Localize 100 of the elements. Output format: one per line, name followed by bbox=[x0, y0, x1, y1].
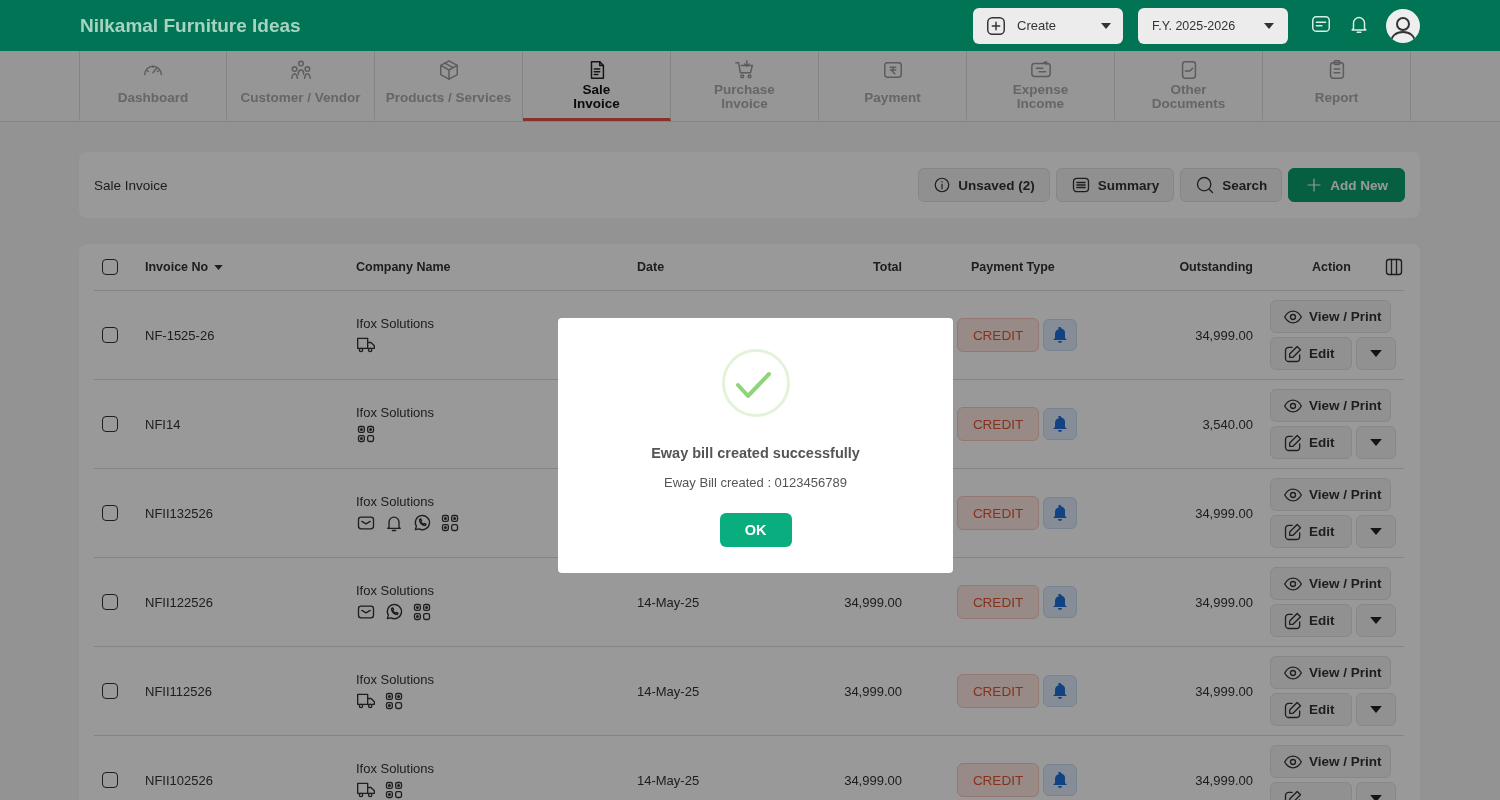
more-dropdown[interactable] bbox=[1356, 337, 1396, 370]
caret-icon bbox=[1370, 350, 1382, 357]
payment-type-tag: CREDIT bbox=[957, 585, 1039, 619]
nav-tab[interactable]: Sale Invoice bbox=[523, 51, 671, 121]
caret-icon bbox=[1370, 706, 1382, 713]
invoice-number: NF-1525-26 bbox=[145, 327, 215, 343]
columns-icon[interactable] bbox=[1384, 257, 1404, 277]
row-checkbox[interactable] bbox=[102, 683, 118, 699]
more-dropdown[interactable] bbox=[1356, 693, 1396, 726]
dialog-title: Eway bill created successfully bbox=[651, 445, 860, 461]
people-icon bbox=[289, 59, 312, 81]
edit-icon bbox=[1283, 699, 1303, 720]
list-button[interactable]: Summary bbox=[1055, 168, 1175, 202]
invoice-number: NFI14 bbox=[145, 416, 181, 432]
outstanding-amount: 3,540.00 bbox=[1202, 416, 1253, 432]
app-title: Nilkamal Furniture Ideas bbox=[80, 14, 302, 37]
search-button[interactable]: Search bbox=[1180, 168, 1283, 202]
outstanding-amount: 34,999.00 bbox=[1195, 327, 1253, 343]
view-print-button[interactable]: View / Print bbox=[1270, 745, 1391, 778]
edit-icon bbox=[1283, 521, 1303, 542]
edit-button[interactable]: Edit bbox=[1270, 604, 1352, 637]
column-header: Company Name bbox=[356, 260, 451, 274]
qr-code-icon[interactable] bbox=[384, 690, 404, 711]
box-icon bbox=[437, 59, 460, 81]
edit-button[interactable]: Edit bbox=[1270, 693, 1352, 726]
whatsapp-icon[interactable] bbox=[384, 601, 404, 622]
cart-icon bbox=[733, 59, 756, 81]
search-icon bbox=[1195, 175, 1216, 195]
column-header: Payment Type bbox=[971, 260, 1055, 274]
caret-icon bbox=[1370, 795, 1382, 800]
bell-icon bbox=[1053, 594, 1067, 610]
invoice-date: 14-May-25 bbox=[637, 772, 700, 788]
rupee-note-icon bbox=[881, 59, 904, 81]
more-dropdown[interactable] bbox=[1356, 426, 1396, 459]
avatar-icon[interactable] bbox=[1386, 8, 1420, 43]
bell-icon bbox=[1053, 505, 1067, 521]
reminder-button[interactable] bbox=[1043, 586, 1077, 618]
reminder-button[interactable] bbox=[1043, 319, 1077, 351]
whatsapp-icon[interactable] bbox=[412, 512, 432, 533]
select-all-checkbox[interactable] bbox=[102, 259, 118, 275]
outstanding-amount: 34,999.00 bbox=[1195, 505, 1253, 521]
row-checkbox[interactable] bbox=[102, 327, 118, 343]
edit-button[interactable]: Edit bbox=[1270, 515, 1352, 548]
outstanding-amount: 34,999.00 bbox=[1195, 594, 1253, 610]
view-print-button[interactable]: View / Print bbox=[1270, 478, 1391, 511]
qr-code-icon[interactable] bbox=[384, 779, 404, 800]
more-dropdown[interactable] bbox=[1356, 515, 1396, 548]
fiscal-year-select[interactable]: F.Y. 2025-2026 bbox=[1138, 7, 1288, 44]
sort-caret-icon[interactable] bbox=[214, 264, 224, 270]
column-header: Date bbox=[637, 260, 665, 274]
payment-type-tag: CREDIT bbox=[957, 407, 1039, 441]
reminder-button[interactable] bbox=[1043, 764, 1077, 796]
list-icon bbox=[1070, 175, 1091, 195]
bell-icon bbox=[1053, 327, 1067, 343]
info-button[interactable]: Unsaved (2) bbox=[918, 168, 1050, 202]
caret-icon bbox=[1370, 439, 1382, 446]
company-name: Ifox Solutions bbox=[356, 760, 435, 776]
ok-button[interactable]: OK bbox=[719, 513, 792, 547]
invoice-total: 34,999.00 bbox=[844, 772, 902, 788]
caret-icon bbox=[1370, 617, 1382, 624]
column-header: Action bbox=[1312, 260, 1351, 274]
qr-code-icon[interactable] bbox=[440, 512, 460, 533]
row-checkbox[interactable] bbox=[102, 594, 118, 610]
caret-icon bbox=[1101, 22, 1111, 29]
invoice-total: 34,999.00 bbox=[844, 594, 902, 610]
view-print-button[interactable]: View / Print bbox=[1270, 300, 1391, 333]
company-name: Ifox Solutions bbox=[356, 493, 435, 509]
edit-button[interactable]: Edit bbox=[1270, 337, 1352, 370]
view-print-button[interactable]: View / Print bbox=[1270, 567, 1391, 600]
check-circle-icon bbox=[721, 349, 790, 417]
column-header: Outstanding bbox=[1179, 260, 1253, 274]
reminder-button[interactable] bbox=[1043, 408, 1077, 440]
edit-button[interactable]: Edit bbox=[1270, 426, 1352, 459]
view-print-button[interactable]: View / Print bbox=[1270, 656, 1391, 689]
invoice-number: NFII112526 bbox=[145, 683, 212, 699]
qr-code-icon[interactable] bbox=[356, 423, 376, 444]
outstanding-amount: 34,999.00 bbox=[1195, 772, 1253, 788]
row-checkbox[interactable] bbox=[102, 416, 118, 432]
dialog-message: Eway Bill created : 0123456789 bbox=[664, 475, 847, 490]
invoice-number: NFII122526 bbox=[145, 594, 213, 610]
more-dropdown[interactable] bbox=[1356, 604, 1396, 637]
company-name: Ifox Solutions bbox=[356, 404, 435, 420]
plus-square-icon bbox=[985, 14, 1007, 37]
reminder-button[interactable] bbox=[1043, 675, 1077, 707]
create-button[interactable]: Create bbox=[973, 7, 1123, 44]
row-checkbox[interactable] bbox=[102, 772, 118, 788]
company-name: Ifox Solutions bbox=[356, 315, 435, 331]
edit-icon bbox=[1283, 343, 1303, 364]
edit-icon bbox=[1283, 610, 1303, 631]
column-header: Total bbox=[873, 260, 902, 274]
edit-icon bbox=[1283, 432, 1303, 453]
qr-code-icon[interactable] bbox=[412, 601, 432, 622]
view-print-button[interactable]: View / Print bbox=[1270, 389, 1391, 422]
row-checkbox[interactable] bbox=[102, 505, 118, 521]
add-button[interactable]: Add New bbox=[1288, 168, 1405, 202]
payment-type-tag: CREDIT bbox=[957, 318, 1039, 352]
caret-icon bbox=[1370, 528, 1382, 535]
reminder-button[interactable] bbox=[1043, 497, 1077, 529]
payment-type-tag: CREDIT bbox=[957, 496, 1039, 530]
column-header[interactable]: Invoice No bbox=[145, 260, 209, 274]
